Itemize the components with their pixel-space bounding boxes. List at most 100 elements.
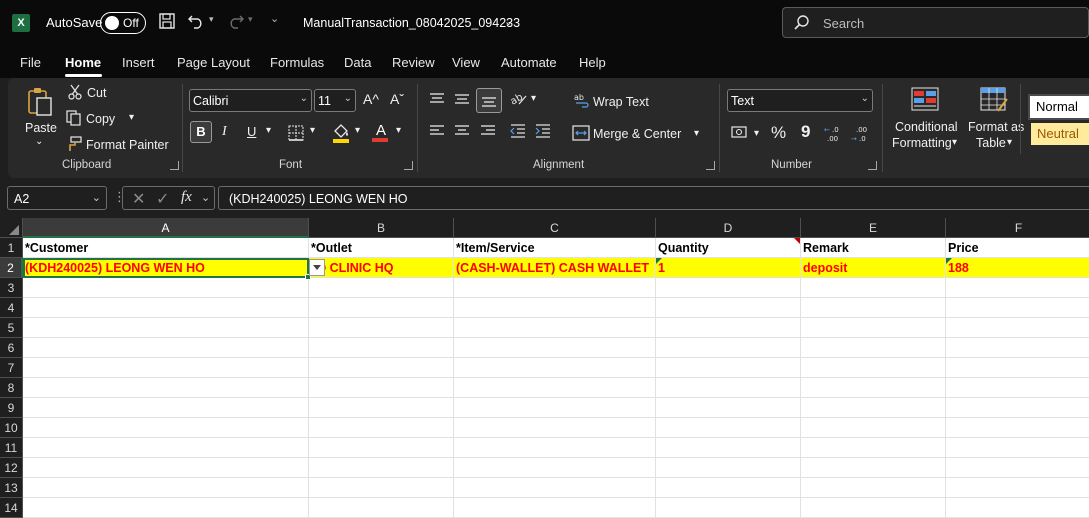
undo-dropdown-icon[interactable]: ▾ (209, 14, 214, 25)
tab-file[interactable]: File (20, 55, 41, 70)
row-header[interactable]: 5 (0, 318, 23, 338)
cell-d1[interactable]: Quantity (656, 238, 800, 258)
cell-f1[interactable]: Price (946, 238, 1089, 258)
conditional-formatting-icon[interactable] (911, 87, 939, 114)
tab-data[interactable]: Data (344, 55, 371, 70)
cell-a1[interactable]: *Customer (23, 238, 308, 258)
active-cell-selection[interactable] (23, 258, 311, 280)
column-header-c[interactable]: C (454, 218, 656, 238)
increase-indent-icon[interactable] (535, 124, 551, 141)
wrap-text-button[interactable]: Wrap Text (593, 95, 649, 109)
merge-dropdown-icon[interactable]: ▾ (694, 128, 699, 139)
decrease-decimal-icon[interactable]: .00 → .0 (851, 124, 871, 145)
paste-icon[interactable] (26, 86, 54, 118)
row-header[interactable]: 2 (0, 258, 23, 278)
align-right-icon[interactable] (480, 124, 496, 141)
row-header[interactable]: 13 (0, 478, 23, 498)
cell-style-neutral[interactable]: Neutral (1031, 123, 1089, 145)
cell-style-normal[interactable]: Normal (1028, 94, 1089, 120)
row-header[interactable]: 11 (0, 438, 23, 458)
error-indicator-icon[interactable] (656, 258, 662, 264)
error-indicator-icon[interactable] (946, 258, 952, 264)
alignment-launcher-icon[interactable] (706, 161, 715, 170)
align-top-icon[interactable] (429, 92, 445, 109)
font-name-select[interactable]: Calibri ⌄ (189, 89, 312, 112)
row-header[interactable]: 9 (0, 398, 23, 418)
accounting-format-icon[interactable] (731, 125, 749, 142)
comment-indicator-icon[interactable] (794, 238, 800, 244)
grow-font-icon[interactable]: A^ (363, 91, 379, 107)
copy-dropdown-icon[interactable]: ▾ (129, 112, 134, 123)
font-size-select[interactable]: 11 ⌄ (314, 89, 356, 112)
cell-e1[interactable]: Remark (801, 238, 945, 258)
row-header[interactable]: 10 (0, 418, 23, 438)
cell-d2[interactable]: 1 (656, 258, 800, 278)
paste-dropdown-icon[interactable]: ⌄ (35, 136, 43, 147)
customize-qat-icon[interactable]: ⌄ (270, 12, 279, 25)
row-header[interactable]: 8 (0, 378, 23, 398)
row-header[interactable]: 7 (0, 358, 23, 378)
column-header-d[interactable]: D (656, 218, 801, 238)
clipboard-launcher-icon[interactable] (170, 161, 179, 170)
cell-c2[interactable]: (CASH-WALLET) CASH WALLET (454, 258, 655, 278)
align-middle-icon[interactable] (454, 92, 470, 109)
cancel-icon[interactable]: ✕ (132, 189, 145, 209)
save-icon[interactable] (157, 12, 177, 32)
orientation-dropdown-icon[interactable]: ▾ (531, 93, 536, 104)
column-header-a[interactable]: A (23, 218, 309, 238)
copy-button[interactable]: Copy (86, 112, 115, 126)
bold-button[interactable]: B (190, 121, 212, 143)
tab-insert[interactable]: Insert (122, 55, 155, 70)
font-color-dropdown-icon[interactable]: ▾ (396, 125, 401, 136)
insert-function-button[interactable]: fx (181, 189, 192, 206)
cell-area[interactable]: *Customer *Outlet *Item/Service Quantity… (23, 238, 1089, 518)
tab-home[interactable]: Home (65, 55, 101, 70)
underline-button[interactable]: U (247, 124, 256, 139)
tab-view[interactable]: View (452, 55, 480, 70)
percent-style-button[interactable]: % (771, 123, 786, 143)
row-header[interactable]: 6 (0, 338, 23, 358)
fill-color-dropdown-icon[interactable]: ▾ (355, 125, 360, 136)
search-box[interactable]: Search (782, 7, 1089, 38)
cell-c1[interactable]: *Item/Service (454, 238, 655, 258)
redo-icon[interactable] (226, 12, 246, 32)
format-painter-icon[interactable] (66, 136, 82, 155)
underline-dropdown-icon[interactable]: ▾ (266, 125, 271, 136)
column-header-b[interactable]: B (309, 218, 454, 238)
borders-icon[interactable] (288, 125, 304, 144)
increase-decimal-icon[interactable]: ← .0.00 (824, 124, 844, 145)
conditional-formatting-label-1[interactable]: Conditional (895, 120, 958, 134)
redo-dropdown-icon[interactable]: ▾ (248, 14, 253, 25)
cell-b1[interactable]: *Outlet (309, 238, 453, 258)
row-header[interactable]: 4 (0, 298, 23, 318)
format-painter-button[interactable]: Format Painter (86, 138, 169, 152)
cell-f2[interactable]: 188 (946, 258, 1089, 278)
format-as-table-dropdown-icon[interactable]: ▾ (1007, 137, 1012, 148)
conditional-formatting-dropdown-icon[interactable]: ▾ (952, 137, 957, 148)
align-center-icon[interactable] (454, 124, 470, 141)
merge-center-button[interactable]: Merge & Center (593, 127, 681, 141)
wrap-text-icon[interactable]: ab (574, 92, 590, 111)
cell-b2[interactable]: UMO CLINIC HQ (309, 258, 453, 278)
orientation-icon[interactable]: ab (509, 91, 527, 110)
format-as-table-icon[interactable] (980, 87, 1008, 116)
tab-automate[interactable]: Automate (501, 55, 557, 70)
cell-dropdown-button[interactable] (309, 259, 325, 276)
font-color-icon[interactable]: A (372, 122, 390, 142)
accounting-dropdown-icon[interactable]: ▾ (754, 128, 759, 139)
italic-button[interactable]: I (222, 124, 227, 140)
tab-review[interactable]: Review (392, 55, 435, 70)
row-header[interactable]: 3 (0, 278, 23, 298)
comma-style-button[interactable]: 9 (801, 122, 810, 142)
column-header-f[interactable]: F (946, 218, 1089, 238)
cell-e2[interactable]: deposit (801, 258, 945, 278)
copy-icon[interactable] (66, 110, 82, 129)
row-header[interactable]: 12 (0, 458, 23, 478)
tab-formulas[interactable]: Formulas (270, 55, 324, 70)
align-left-icon[interactable] (429, 124, 445, 141)
number-format-select[interactable]: Text ⌄ (727, 89, 873, 112)
chevron-down-icon[interactable]: ⌄ (504, 15, 513, 28)
conditional-formatting-label-2[interactable]: Formatting (892, 136, 952, 150)
tab-help[interactable]: Help (579, 55, 606, 70)
formula-input[interactable]: (KDH240025) LEONG WEN HO (218, 186, 1089, 210)
